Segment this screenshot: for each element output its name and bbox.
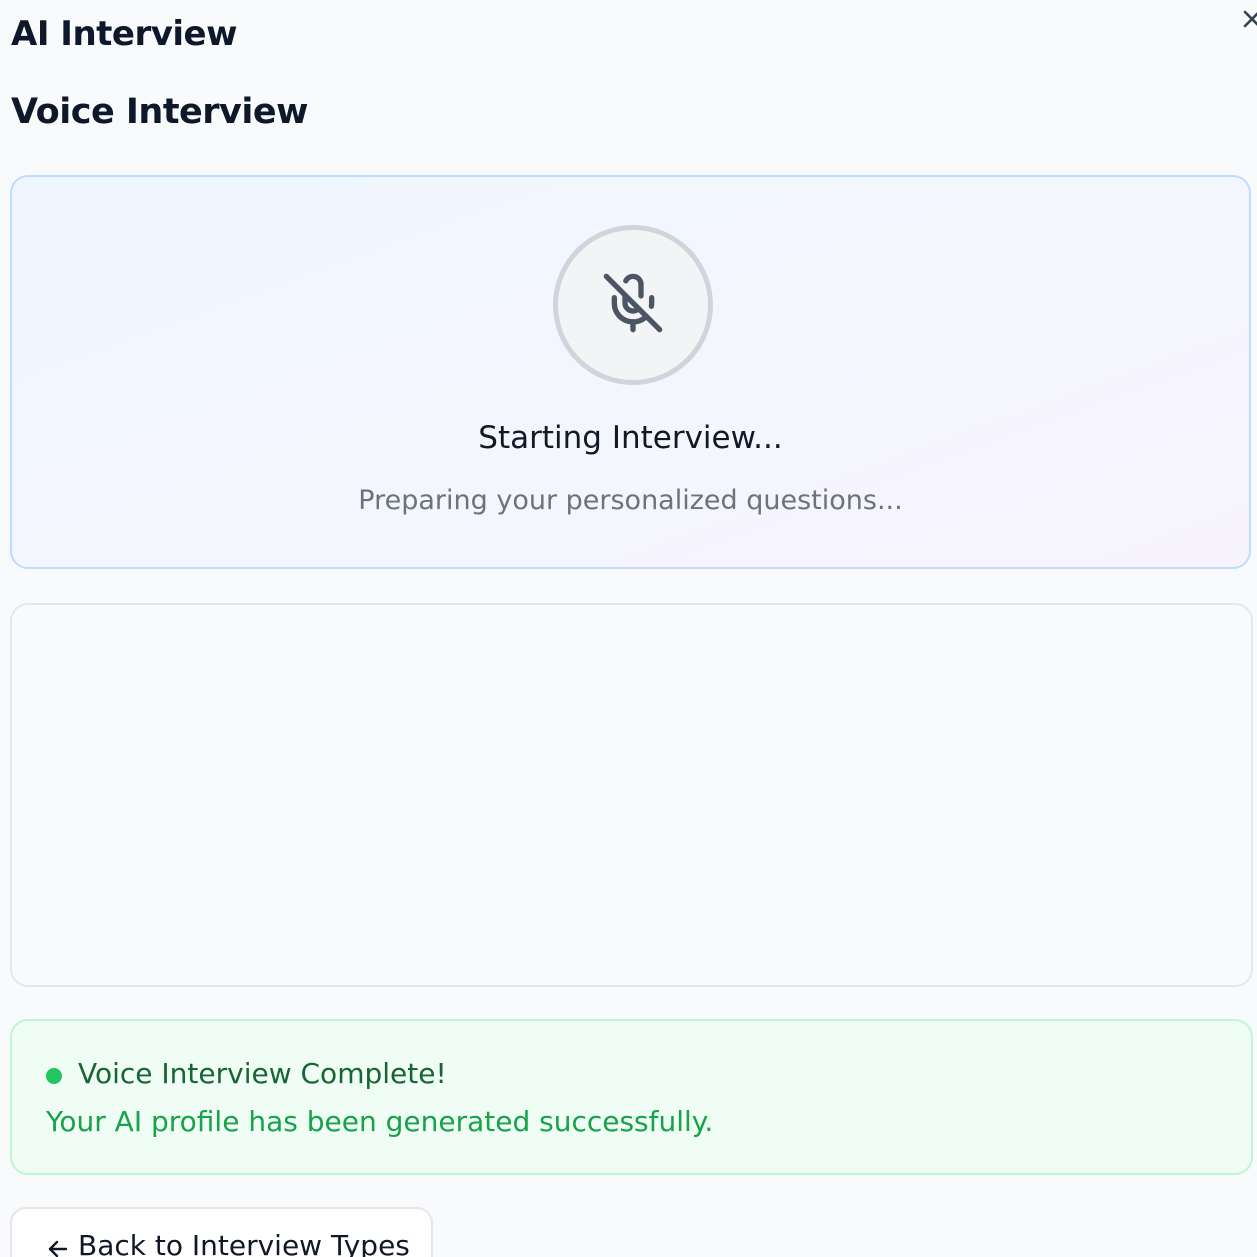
transcript-panel[interactable] [10,603,1253,987]
status-subtext: Preparing your personalized questions... [358,485,903,516]
success-message: Your AI profile has been generated succe… [46,1105,714,1138]
app-title: AI Interview [11,14,238,54]
back-button-label: Back to Interview Types [78,1229,410,1257]
ai-interview-dialog: AI Interview Voice Interview Starting In… [0,0,1257,1257]
section-title: Voice Interview [11,92,308,132]
success-title: Voice Interview Complete! [78,1057,447,1090]
interview-status-card: Starting Interview... Preparing your per… [10,175,1251,569]
arrow-left-icon [46,1237,70,1257]
status-heading: Starting Interview... [478,420,783,456]
mic-toggle-button[interactable] [553,225,713,385]
close-icon [1240,6,1257,34]
mic-off-icon [601,271,665,339]
close-button[interactable] [1240,6,1257,34]
status-dot [46,1068,62,1084]
back-to-interview-types-button[interactable]: Back to Interview Types [10,1207,433,1257]
success-banner: Voice Interview Complete! Your AI profil… [10,1019,1253,1175]
